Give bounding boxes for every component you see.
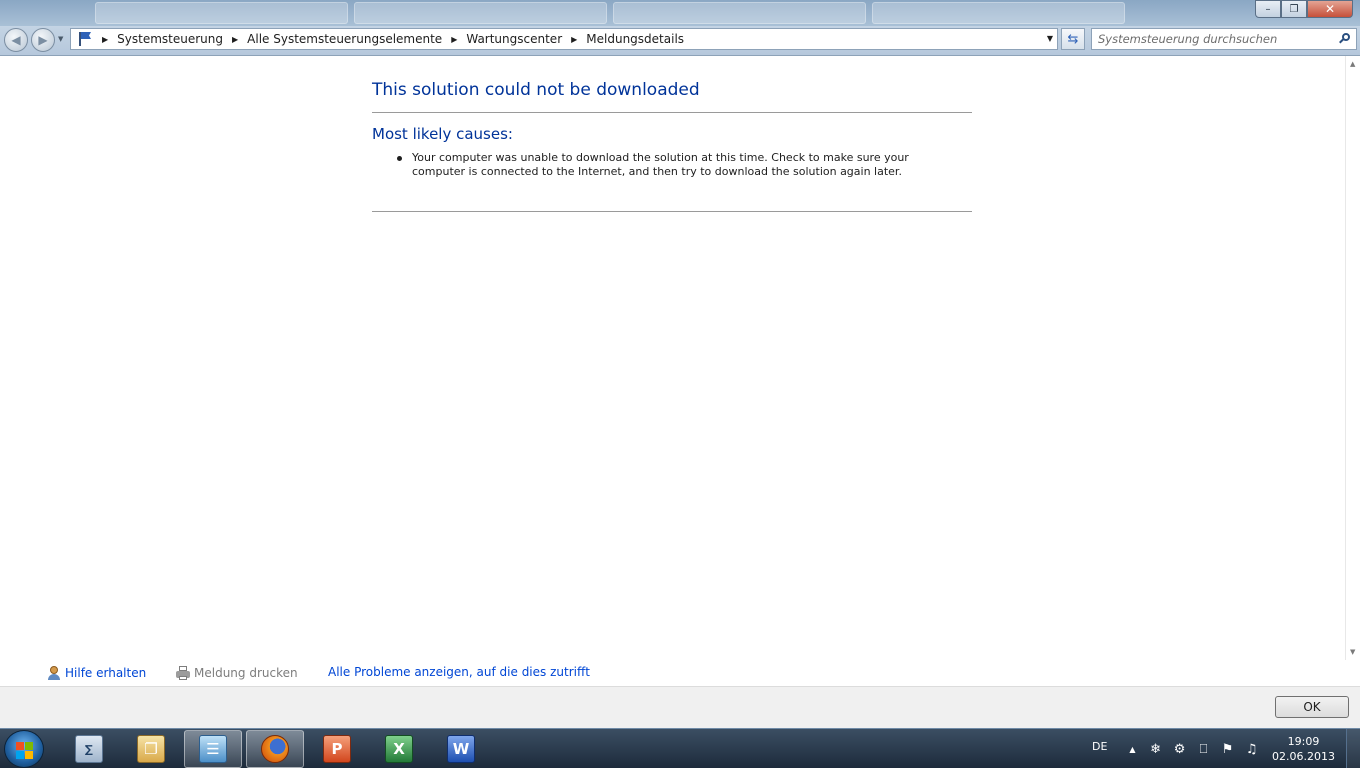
volume-icon[interactable]: ♫ bbox=[1244, 741, 1260, 757]
show-hidden-icons-icon[interactable]: ▲ bbox=[1129, 745, 1135, 754]
breadcrumb-wartungscenter[interactable]: Wartungscenter bbox=[466, 32, 562, 46]
divider bbox=[372, 112, 972, 113]
clock-time: 19:09 bbox=[1287, 735, 1320, 748]
action-center-icon[interactable]: ⚑ bbox=[1220, 741, 1236, 757]
causes-heading: Most likely causes: bbox=[372, 125, 513, 143]
help-link[interactable]: Hilfe erhalten bbox=[46, 665, 146, 681]
address-bar[interactable]: ▶ Systemsteuerung ▶ Alle Systemsteuerung… bbox=[70, 28, 1058, 50]
system-tray: DE ▲ ❄ ⚙ ⎕ ⚑ ♫ bbox=[1092, 729, 1268, 768]
background-window-tab bbox=[872, 2, 1125, 24]
divider bbox=[372, 211, 972, 212]
breadcrumb-systemsteuerung[interactable]: Systemsteuerung bbox=[117, 32, 223, 46]
background-windows bbox=[95, 2, 1125, 24]
scroll-down-arrow-icon[interactable]: ▼ bbox=[1350, 648, 1355, 656]
background-window-tab bbox=[354, 2, 607, 24]
cause-item: Your computer was unable to download the… bbox=[397, 151, 957, 179]
powerpoint-icon: P bbox=[323, 735, 351, 763]
clock-date: 02.06.2013 bbox=[1272, 750, 1335, 763]
breadcrumb-separator[interactable]: ▶ bbox=[232, 35, 238, 44]
all-problems-link[interactable]: Alle Probleme anzeigen, auf die dies zut… bbox=[328, 665, 590, 679]
taskbar-control-panel[interactable]: ☰ bbox=[184, 730, 242, 768]
forward-button[interactable]: ▶ bbox=[31, 28, 55, 52]
calculator-icon: ∑ bbox=[75, 735, 103, 763]
background-window-tab bbox=[95, 2, 348, 24]
taskbar-calculator[interactable]: ∑ bbox=[60, 730, 118, 768]
page-title: This solution could not be downloaded bbox=[372, 80, 700, 100]
help-link-label[interactable]: Hilfe erhalten bbox=[65, 666, 146, 680]
folder-icon: ❐ bbox=[137, 735, 165, 763]
steam-icon[interactable]: ⚙ bbox=[1172, 741, 1188, 757]
dialog-footer: OK bbox=[0, 686, 1360, 728]
ok-button[interactable]: OK bbox=[1275, 696, 1349, 718]
all-problems-link-label[interactable]: Alle Probleme anzeigen, auf die dies zut… bbox=[328, 665, 590, 679]
recent-pages-dropdown[interactable]: ▼ bbox=[58, 35, 63, 43]
breadcrumb-separator[interactable]: ▶ bbox=[571, 35, 577, 44]
taskbar: ∑ ❐ ☰ P X W DE ▲ ❄ ⚙ ⎕ ⚑ ♫ 19:09 02.06.2… bbox=[0, 728, 1360, 768]
task-links: Hilfe erhalten Meldung drucken Alle Prob… bbox=[0, 660, 1360, 686]
minimize-button[interactable]: – bbox=[1255, 0, 1281, 18]
taskbar-firefox[interactable] bbox=[246, 730, 304, 768]
action-center-flag-icon bbox=[77, 31, 93, 47]
input-language-indicator[interactable]: DE bbox=[1092, 740, 1107, 753]
taskbar-word[interactable]: W bbox=[432, 730, 490, 768]
scroll-up-arrow-icon[interactable]: ▲ bbox=[1350, 60, 1355, 68]
background-window-tab bbox=[613, 2, 866, 24]
network-icon[interactable]: ⎕ bbox=[1196, 741, 1212, 757]
window-controls: – ❐ ✕ bbox=[1255, 0, 1353, 18]
printer-icon bbox=[175, 665, 191, 681]
window-title-bar: – ❐ ✕ bbox=[0, 0, 1360, 26]
control-panel-icon: ☰ bbox=[199, 735, 227, 763]
breadcrumb-separator[interactable]: ▶ bbox=[451, 35, 457, 44]
help-person-icon bbox=[46, 665, 62, 681]
word-icon: W bbox=[447, 735, 475, 763]
excel-icon: X bbox=[385, 735, 413, 763]
restore-button[interactable]: ❐ bbox=[1281, 0, 1307, 18]
breadcrumb-meldungsdetails[interactable]: Meldungsdetails bbox=[586, 32, 684, 46]
search-box[interactable] bbox=[1091, 28, 1357, 50]
address-dropdown-icon[interactable]: ▼ bbox=[1047, 34, 1053, 43]
refresh-button[interactable]: ⇆ bbox=[1061, 28, 1085, 50]
back-button[interactable]: ◀ bbox=[4, 28, 28, 52]
clock[interactable]: 19:09 02.06.2013 bbox=[1272, 734, 1335, 764]
search-input[interactable] bbox=[1098, 31, 1328, 47]
start-button[interactable] bbox=[4, 730, 44, 768]
search-icon[interactable] bbox=[1339, 33, 1350, 44]
print-link-label[interactable]: Meldung drucken bbox=[194, 666, 298, 680]
breadcrumb-alle-systemsteuerungselemente[interactable]: Alle Systemsteuerungselemente bbox=[247, 32, 442, 46]
vertical-scrollbar[interactable]: ▲ ▼ bbox=[1345, 56, 1360, 660]
close-button[interactable]: ✕ bbox=[1307, 0, 1353, 18]
fan-utility-icon[interactable]: ❄ bbox=[1148, 741, 1164, 757]
print-link[interactable]: Meldung drucken bbox=[175, 665, 298, 681]
breadcrumb-separator[interactable]: ▶ bbox=[102, 35, 108, 44]
navigation-bar: ◀ ▶ ▼ ▶ Systemsteuerung ▶ Alle Systemste… bbox=[0, 26, 1360, 56]
show-desktop-button[interactable] bbox=[1346, 729, 1360, 768]
firefox-icon bbox=[261, 735, 289, 763]
content-area bbox=[0, 56, 1345, 660]
taskbar-powerpoint[interactable]: P bbox=[308, 730, 366, 768]
taskbar-excel[interactable]: X bbox=[370, 730, 428, 768]
taskbar-explorer[interactable]: ❐ bbox=[122, 730, 180, 768]
causes-list: Your computer was unable to download the… bbox=[397, 151, 957, 179]
